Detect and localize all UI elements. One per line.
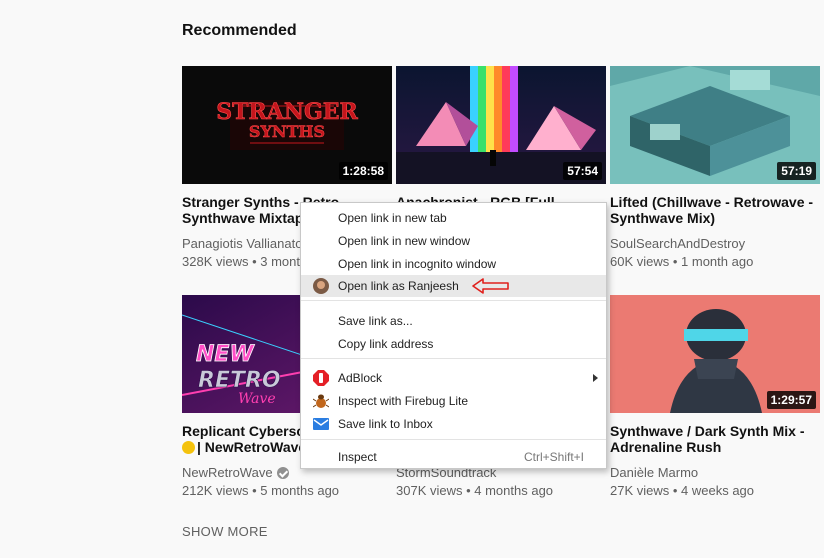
video-meta: 27K views • 4 weeks ago xyxy=(610,483,755,498)
video-meta: 60K views • 1 month ago xyxy=(610,254,754,269)
inbox-icon xyxy=(313,416,329,432)
video-thumbnail[interactable]: 57:19 xyxy=(610,66,820,184)
menu-item-adblock[interactable]: AdBlock xyxy=(301,367,606,389)
menu-item-open-incognito[interactable]: Open link in incognito window xyxy=(301,253,606,275)
annotation-arrow-icon xyxy=(472,278,509,294)
firebug-icon xyxy=(312,393,330,409)
video-thumbnail[interactable]: 1:29:57 xyxy=(610,295,820,413)
duration-badge: 57:19 xyxy=(777,162,816,180)
page-title: Recommended xyxy=(182,22,297,39)
menu-item-open-as-profile[interactable]: Open link as Ranjeesh xyxy=(301,275,606,297)
channel-name[interactable]: NewRetroWave xyxy=(182,465,289,480)
inspect-shortcut: Ctrl+Shift+I xyxy=(523,450,584,464)
stranger-subtitle-text: SYNTHS xyxy=(249,122,325,141)
duration-badge: 57:54 xyxy=(563,162,602,180)
menu-item-inspect-firebug[interactable]: Inspect with Firebug Lite xyxy=(301,390,606,412)
submenu-arrow-icon xyxy=(593,374,598,382)
menu-item-save-to-inbox[interactable]: Save link to Inbox xyxy=(301,413,606,435)
show-more-button[interactable]: SHOW MORE xyxy=(182,524,268,539)
menu-item-copy-link-address[interactable]: Copy link address xyxy=(301,333,606,355)
adblock-icon xyxy=(313,370,329,386)
video-card[interactable]: 57:19 Lifted (Chillwave - Retrowave - Sy… xyxy=(610,66,820,276)
video-title[interactable]: Synthwave / Dark Synth Mix - Adrenaline … xyxy=(610,423,822,455)
channel-name[interactable]: SoulSearchAndDestroy xyxy=(610,236,745,251)
channel-name[interactable]: Danièle Marmo xyxy=(610,465,698,480)
newretro-subtitle-text: RETRO xyxy=(198,368,281,393)
menu-item-open-new-tab[interactable]: Open link in new tab xyxy=(301,207,606,229)
duration-badge: 1:29:57 xyxy=(766,391,816,409)
menu-item-save-link-as[interactable]: Save link as... xyxy=(301,310,606,332)
menu-separator xyxy=(301,439,606,440)
video-title[interactable]: Lifted (Chillwave - Retrowave - Synthwav… xyxy=(610,194,822,226)
profile-avatar-icon xyxy=(313,278,329,294)
pacman-emoji xyxy=(182,441,195,454)
newretro-title-text: NEW xyxy=(196,342,255,367)
video-card[interactable]: 1:29:57 Synthwave / Dark Synth Mix - Adr… xyxy=(610,295,820,505)
menu-separator xyxy=(301,300,606,301)
menu-item-open-new-window[interactable]: Open link in new window xyxy=(301,230,606,252)
channel-name[interactable]: Panagiotis Vallianatos xyxy=(182,236,309,251)
verified-badge-icon xyxy=(276,467,289,479)
newretro-script-text: Wave xyxy=(238,391,276,407)
menu-item-inspect[interactable]: Inspect Ctrl+Shift+I xyxy=(301,446,606,468)
context-menu: Open link in new tab Open link in new wi… xyxy=(300,202,607,469)
video-thumbnail[interactable]: STRANGER SYNTHS 1:28:58 xyxy=(182,66,392,184)
duration-badge: 1:28:58 xyxy=(338,162,388,180)
video-thumbnail[interactable]: 57:54 xyxy=(396,66,606,184)
video-meta: 212K views • 5 months ago xyxy=(182,483,340,498)
menu-separator xyxy=(301,358,606,359)
video-meta: 307K views • 4 months ago xyxy=(396,483,554,498)
